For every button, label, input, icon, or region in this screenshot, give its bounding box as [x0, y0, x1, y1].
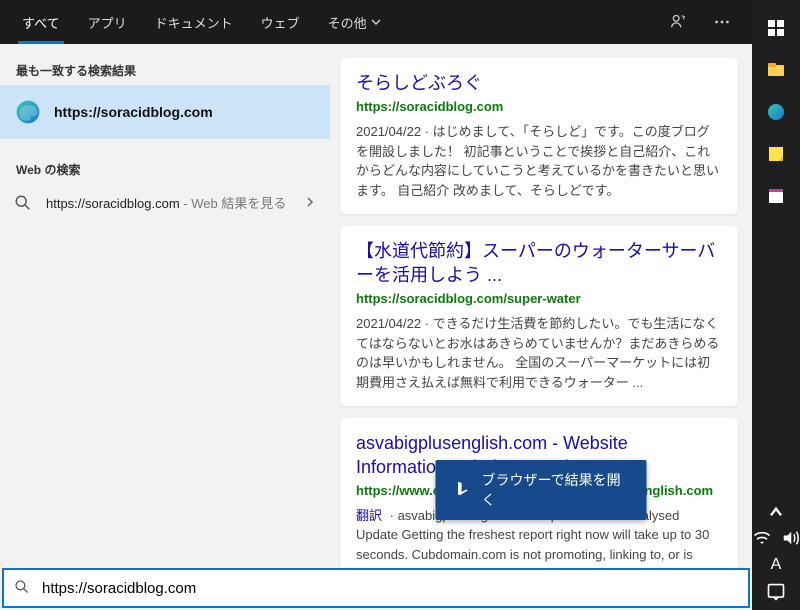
chevron-down-icon — [371, 15, 381, 30]
notifications-icon[interactable] — [764, 582, 788, 602]
start-button[interactable] — [756, 8, 796, 48]
search-input[interactable] — [42, 580, 738, 597]
tab-documents[interactable]: ドキュメント — [145, 0, 243, 44]
sticky-notes-icon[interactable] — [756, 134, 796, 174]
web-search-item[interactable]: https://soracidblog.com - Web 結果を見る — [0, 184, 330, 224]
taskbar: A — [752, 0, 800, 610]
result-title[interactable]: 【水道代節約】スーパーのウォーターサーバーを活用しよう ... — [356, 240, 722, 287]
tab-more[interactable]: その他 — [318, 0, 391, 44]
search-panel: すべて アプリ ドキュメント ウェブ その他 最も一致する検索結果 — [0, 0, 752, 610]
tab-apps[interactable]: アプリ — [78, 0, 137, 44]
result-snippet: 2021/04/22 · はじめまして、「そらしど」です。この度ブログを開設しま… — [356, 122, 722, 200]
ime-indicator[interactable]: A — [764, 554, 788, 576]
app-icon[interactable] — [756, 176, 796, 216]
left-column: 最も一致する検索結果 https://soracidblog.com Web の… — [0, 44, 330, 568]
explorer-icon[interactable] — [756, 50, 796, 90]
best-match-item[interactable]: https://soracidblog.com — [0, 85, 330, 139]
results-column: そらしどぶろぐ https://soracidblog.com 2021/04/… — [330, 44, 752, 568]
search-icon — [14, 194, 34, 214]
result-title[interactable]: そらしどぶろぐ — [356, 72, 722, 95]
edge-taskbar-icon[interactable] — [756, 92, 796, 132]
result-card[interactable]: 【水道代節約】スーパーのウォーターサーバーを活用しよう ... https://… — [340, 226, 738, 406]
wifi-icon[interactable] — [750, 528, 774, 548]
result-snippet: 2021/04/22 · できるだけ生活費を節約したい。でも生活になくてはならな… — [356, 314, 722, 392]
search-box[interactable] — [2, 568, 750, 608]
chevron-right-icon — [304, 195, 316, 213]
result-card[interactable]: そらしどぶろぐ https://soracidblog.com 2021/04/… — [340, 58, 738, 214]
more-options-icon[interactable] — [704, 4, 740, 40]
tab-all[interactable]: すべて — [12, 0, 70, 44]
open-in-browser-button[interactable]: ブラウザーで結果を開く — [436, 460, 647, 520]
result-url: https://soracidblog.com/super-water — [356, 291, 722, 306]
tabs-bar: すべて アプリ ドキュメント ウェブ その他 — [0, 0, 752, 44]
edge-icon — [14, 98, 42, 126]
best-match-header: 最も一致する検索結果 — [0, 54, 330, 85]
tray-expand-icon[interactable] — [764, 502, 788, 522]
content-area: 最も一致する検索結果 https://soracidblog.com Web の… — [0, 44, 752, 568]
tab-web[interactable]: ウェブ — [251, 0, 310, 44]
volume-icon[interactable] — [778, 528, 800, 548]
result-url: https://soracidblog.com — [356, 99, 722, 114]
bing-icon — [454, 480, 472, 501]
best-match-text: https://soracidblog.com — [54, 104, 213, 120]
system-tray: A — [750, 502, 800, 610]
feedback-icon[interactable] — [660, 4, 696, 40]
web-search-header: Web の検索 — [0, 153, 330, 184]
search-icon — [14, 579, 32, 597]
web-item-text: https://soracidblog.com - Web 結果を見る — [46, 196, 286, 213]
